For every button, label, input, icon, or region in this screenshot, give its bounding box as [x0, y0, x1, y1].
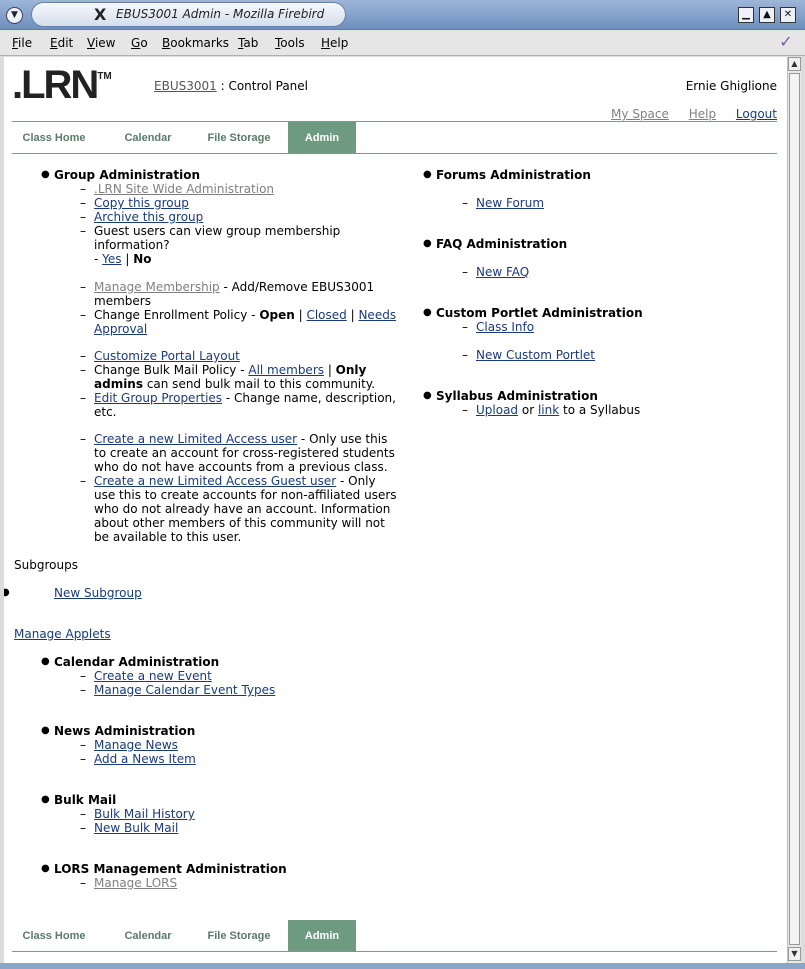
close-icon[interactable]: ✕ — [780, 7, 796, 23]
course-link[interactable]: EBUS3001 — [154, 79, 217, 93]
help-link[interactable]: Help — [689, 107, 716, 121]
group-admin-section: ● Group Administration – .LRN Site Wide Ad… — [41, 168, 397, 544]
scroll-up-icon[interactable]: ▲ — [788, 57, 801, 71]
page-title: EBUS3001 : Control Panel — [154, 79, 309, 93]
archive-group-link[interactable]: Archive this group — [94, 210, 203, 224]
group-admin-title: Group Administration — [54, 168, 201, 182]
tab-admin[interactable]: Admin — [288, 122, 356, 154]
menu-go[interactable]: Go — [131, 36, 148, 50]
manage-event-types-link[interactable]: Manage Calendar Event Types — [94, 683, 275, 697]
syllabus-link-link[interactable]: link — [538, 403, 559, 417]
faq-admin-title: FAQ Administration — [436, 237, 568, 251]
syllabus-upload-link[interactable]: Upload — [476, 403, 518, 417]
window-titlebar: ▼ X EBUS3001 Admin - Mozilla Firebird ▁ … — [0, 0, 805, 30]
page-viewport: .LRNTM EBUS3001 : Control Panel Ernie Gh… — [4, 57, 787, 963]
minimize-icon[interactable]: ▁ — [738, 7, 754, 23]
subgroups-section: Subgroups ● New Subgroup — [4, 558, 414, 600]
subgroups-title: Subgroups — [14, 558, 78, 572]
top-tabs: Class Home Calendar File Storage Admin — [12, 122, 777, 154]
menu-bookmarks[interactable]: Bookmarks — [162, 36, 229, 50]
tab-file-storage[interactable]: File Storage — [198, 920, 280, 952]
new-faq-link[interactable]: New FAQ — [476, 265, 529, 279]
tab-calendar[interactable]: Calendar — [106, 920, 190, 952]
guest-yes-link[interactable]: Yes — [102, 252, 121, 266]
x-app-icon: X — [94, 5, 107, 24]
menu-tools[interactable]: Tools — [275, 36, 305, 50]
tab-calendar[interactable]: Calendar — [106, 122, 190, 154]
tab-class-home[interactable]: Class Home — [12, 122, 96, 154]
create-event-link[interactable]: Create a new Event — [94, 669, 212, 683]
menu-file[interactable]: File — [12, 36, 32, 50]
window-menu-icon[interactable]: ▼ — [6, 7, 23, 24]
menubar: File Edit View Go Bookmarks Tab Tools Help — [0, 30, 805, 56]
site-wide-admin-link[interactable]: .LRN Site Wide Administration — [94, 182, 274, 196]
manage-membership-link[interactable]: Manage Membership — [94, 280, 220, 294]
bulk-mail-title: Bulk Mail — [54, 793, 117, 807]
applets-section: Manage Applets — [14, 627, 414, 641]
menu-edit[interactable]: Edit — [50, 36, 73, 50]
customize-portal-link[interactable]: Customize Portal Layout — [94, 349, 240, 363]
menu-view[interactable]: View — [87, 36, 115, 50]
top-links: My Space Help Logout — [595, 107, 777, 121]
user-name: Ernie Ghiglione — [685, 79, 777, 93]
copy-group-link[interactable]: Copy this group — [94, 196, 189, 210]
logout-link[interactable]: Logout — [736, 107, 777, 121]
limited-access-guest-link[interactable]: Create a new Limited Access Guest user — [94, 474, 336, 488]
portlet-admin-title: Custom Portlet Administration — [436, 306, 643, 320]
calendar-admin-title: Calendar Administration — [54, 655, 220, 669]
applet-admin-list: ● Calendar Administration – Create a new E… — [41, 655, 287, 890]
enroll-closed-link[interactable]: Closed — [306, 308, 346, 322]
my-space-link[interactable]: My Space — [611, 107, 669, 121]
add-news-item-link[interactable]: Add a News Item — [94, 752, 196, 766]
new-custom-portlet-link[interactable]: New Custom Portlet — [476, 348, 595, 362]
window-title: EBUS3001 Admin - Mozilla Firebird — [116, 7, 325, 21]
lrn-logo: .LRNTM — [12, 63, 112, 107]
right-admin-column: ● Forums Administration – New Forum ● FAQ A… — [423, 168, 643, 417]
new-forum-link[interactable]: New Forum — [476, 196, 544, 210]
bulk-mail-history-link[interactable]: Bulk Mail History — [94, 807, 195, 821]
window-title-pill: X EBUS3001 Admin - Mozilla Firebird — [31, 2, 346, 27]
menu-tab[interactable]: Tab — [238, 36, 258, 50]
bottom-divider — [12, 951, 777, 952]
menu-help[interactable]: Help — [321, 36, 348, 50]
tab-class-home[interactable]: Class Home — [12, 920, 96, 952]
scroll-down-icon[interactable]: ▼ — [788, 947, 801, 961]
edit-group-properties-link[interactable]: Edit Group Properties — [94, 391, 222, 405]
bottom-tabs: Class Home Calendar File Storage Admin — [12, 920, 777, 952]
guest-question: Guest users can view group membership in… — [94, 224, 341, 252]
window-bottom-border — [0, 963, 805, 969]
throbber-icon: ✓ — [779, 32, 793, 51]
limited-access-user-link[interactable]: Create a new Limited Access user — [94, 432, 297, 446]
new-subgroup-link[interactable]: New Subgroup — [54, 586, 142, 600]
syllabus-admin-title: Syllabus Administration — [436, 389, 598, 403]
class-info-link[interactable]: Class Info — [476, 320, 534, 334]
news-admin-title: News Administration — [54, 724, 196, 738]
tab-admin[interactable]: Admin — [288, 920, 356, 952]
guest-no-value: No — [133, 252, 152, 266]
header-divider — [12, 121, 777, 122]
lors-admin-title: LORS Management Administration — [54, 862, 287, 876]
maximize-icon[interactable]: ▲ — [759, 7, 775, 23]
tabs-divider — [12, 153, 777, 154]
vertical-scrollbar[interactable]: ▲ ▼ — [787, 57, 801, 963]
forums-admin-title: Forums Administration — [436, 168, 591, 182]
bulk-all-members-link[interactable]: All members — [248, 363, 324, 377]
manage-lors-link[interactable]: Manage LORS — [94, 876, 177, 890]
tab-file-storage[interactable]: File Storage — [198, 122, 280, 154]
new-bulk-mail-link[interactable]: New Bulk Mail — [94, 821, 178, 835]
enroll-open-value: Open — [259, 308, 295, 322]
manage-news-link[interactable]: Manage News — [94, 738, 178, 752]
scroll-thumb[interactable] — [789, 73, 800, 945]
manage-applets-link[interactable]: Manage Applets — [14, 627, 111, 641]
